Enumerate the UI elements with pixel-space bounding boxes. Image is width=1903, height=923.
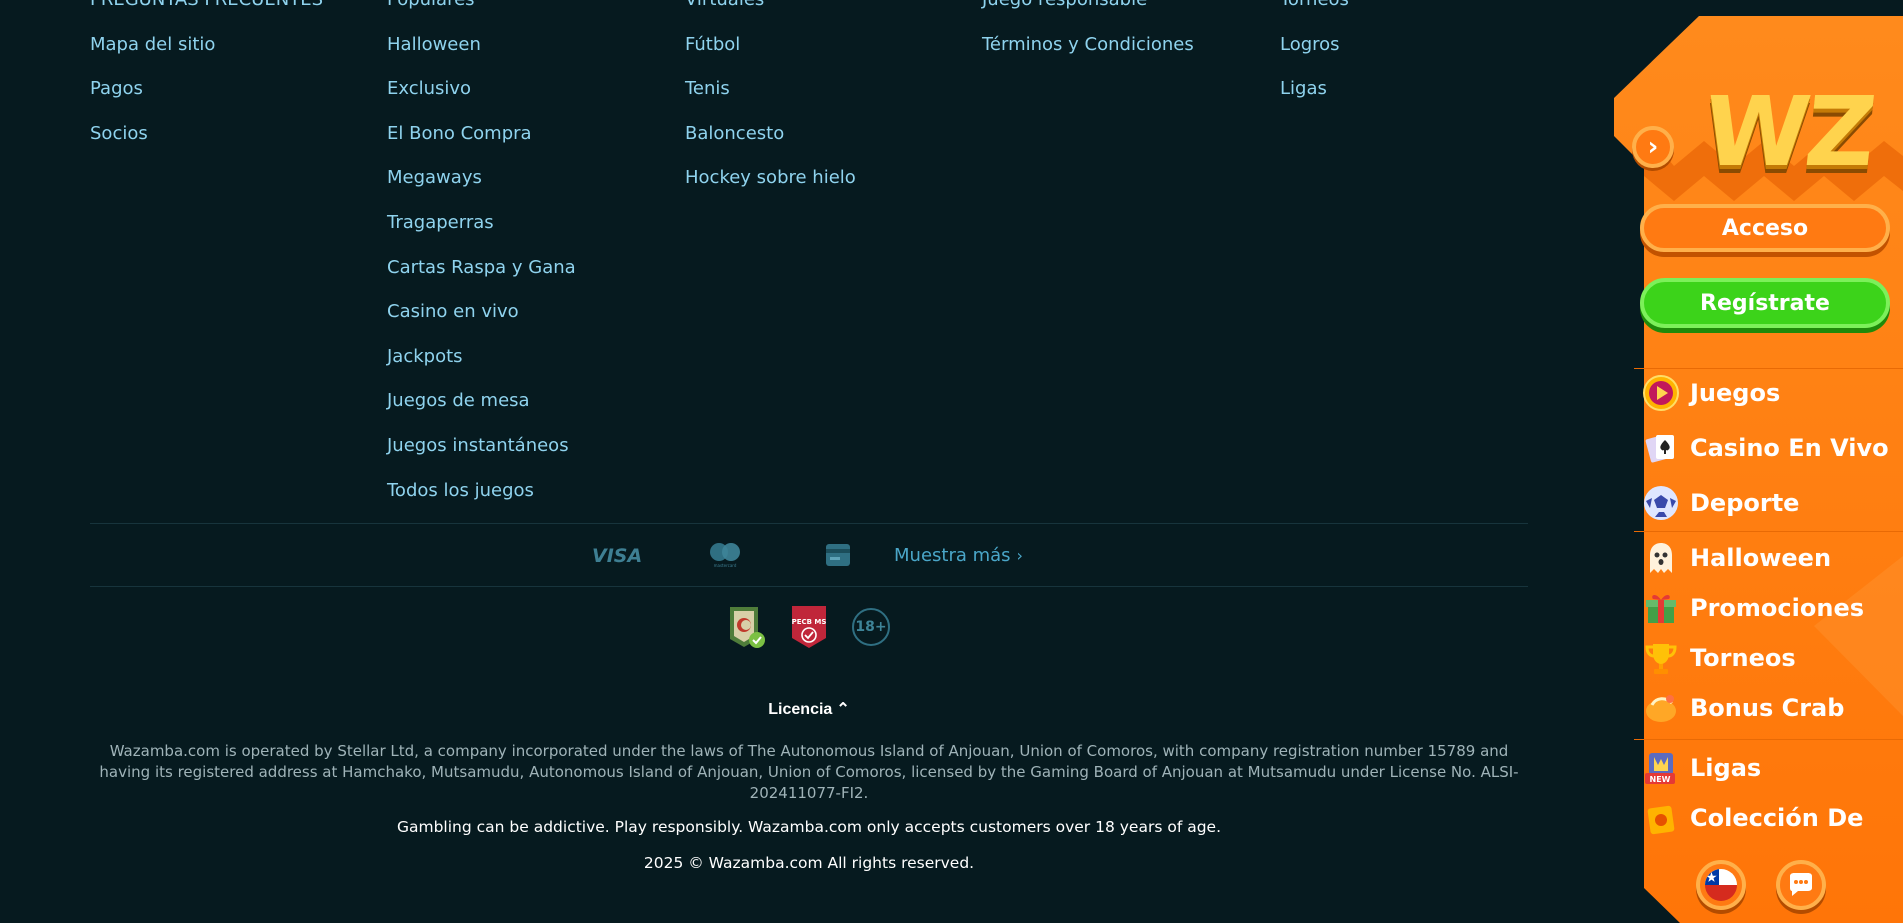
nav-item-sports[interactable]: Deporte [1642, 483, 1799, 523]
show-more-label: Muestra más [894, 544, 1011, 566]
footer-link-achievements[interactable]: Logros [1280, 23, 1349, 68]
svg-text:VISA: VISA [592, 545, 642, 565]
nav-item-bonus-crab[interactable]: Bonus Crab [1642, 688, 1844, 728]
nav-label-bonus-crab: Bonus Crab [1690, 694, 1845, 722]
menu-divider [1634, 368, 1903, 369]
footer-link-slots[interactable]: Tragaperras [387, 201, 576, 246]
age-label: 18+ [855, 619, 887, 635]
mastercard-icon: mastercard [710, 543, 740, 568]
footer-link-football[interactable]: Fútbol [685, 23, 856, 68]
anjouan-license-seal-icon[interactable] [726, 605, 766, 649]
footer-link-exclusive[interactable]: Exclusivo [387, 67, 576, 112]
nav-item-games[interactable]: Juegos [1642, 373, 1780, 413]
svg-text:PECB MS: PECB MS [792, 618, 827, 626]
show-more-payments-link[interactable]: Muestra más › [894, 545, 1023, 566]
live-chat-button[interactable] [1776, 860, 1826, 910]
responsible-gambling-warning: Gambling can be addictive. Play responsi… [396, 818, 1221, 836]
footer-divider-bottom [90, 586, 1528, 587]
footer-link-faq[interactable]: PREGUNTAS FRECUENTES [90, 0, 323, 23]
soccer-ball-icon [1644, 486, 1678, 520]
chevron-right-icon: › [1016, 545, 1023, 565]
nav-label-promotions: Promociones [1690, 594, 1864, 622]
nav-item-halloween[interactable]: Halloween [1642, 538, 1831, 578]
certification-badges: PECB MS 18+ [726, 604, 890, 650]
nav-item-tournaments[interactable]: Torneos [1642, 638, 1796, 678]
footer-link-table-games[interactable]: Juegos de mesa [387, 379, 576, 424]
footer-link-halloween[interactable]: Halloween [387, 23, 576, 68]
copyright: 2025 © Wazamba.com All rights reserved. [643, 854, 975, 872]
crab-icon [1646, 695, 1676, 722]
footer-column-games: Populares Halloween Exclusivo El Bono Co… [387, 0, 576, 513]
language-selector-button[interactable] [1696, 860, 1746, 910]
footer-link-payments[interactable]: Pagos [90, 67, 323, 112]
nav-item-promotions[interactable]: Promociones [1642, 588, 1864, 628]
register-button[interactable]: Regístrate [1640, 278, 1890, 328]
chevron-up-icon: ⌃ [836, 701, 850, 718]
nav-label-live-casino: Casino En Vivo [1690, 434, 1889, 462]
footer-divider-top [90, 523, 1528, 524]
footer-link-instant-games[interactable]: Juegos instantáneos [387, 424, 576, 469]
footer-link-live-casino[interactable]: Casino en vivo [387, 290, 576, 335]
login-button[interactable]: Acceso [1640, 204, 1890, 252]
svg-text:NEW: NEW [1650, 775, 1671, 784]
footer-link-ice-hockey[interactable]: Hockey sobre hielo [685, 156, 856, 201]
menu-divider [1634, 739, 1903, 740]
footer-link-sitemap[interactable]: Mapa del sitio [90, 23, 323, 68]
trophy-icon [1645, 644, 1677, 674]
license-toggle-label: Licencia [768, 701, 833, 718]
footer-link-megaways[interactable]: Megaways [387, 156, 576, 201]
gift-icon [1646, 594, 1676, 623]
footer-link-virtuals[interactable]: Virtuales [685, 0, 856, 23]
visa-icon: VISA [592, 545, 642, 565]
footer-link-terms[interactable]: Términos y Condiciones [982, 23, 1194, 68]
legal-text: Wazamba.com is operated by Stellar Ltd, … [99, 742, 1519, 802]
nav-label-collection: Colección De [1690, 804, 1864, 832]
nav-label-games: Juegos [1690, 379, 1781, 407]
footer-link-scratch-cards[interactable]: Cartas Raspa y Gana [387, 246, 576, 291]
collection-icon [1647, 805, 1675, 835]
menu-divider [1634, 531, 1903, 532]
footer-link-responsible-gaming[interactable]: Juego responsable [982, 0, 1194, 23]
leagues-icon: NEW [1645, 753, 1675, 784]
footer-column-info: PREGUNTAS FRECUENTES Mapa del sitio Pago… [90, 0, 323, 156]
side-menu-panel: WZ › Acceso Regístrate Juegos Casino En … [1614, 16, 1903, 923]
footer-link-jackpots[interactable]: Jackpots [387, 335, 576, 380]
ghost-icon [1650, 543, 1672, 573]
footer-link-popular[interactable]: Populares [387, 0, 576, 23]
nav-item-collection[interactable]: Colección De [1642, 798, 1863, 838]
footer-link-tournaments[interactable]: Torneos [1280, 0, 1349, 23]
footer-link-partners[interactable]: Socios [90, 112, 323, 157]
wazamba-logo[interactable]: WZ [1698, 76, 1877, 188]
footer-column-sports: Virtuales Fútbol Tenis Baloncesto Hockey… [685, 0, 856, 201]
bank-card-icon [826, 544, 850, 566]
nav-label-halloween: Halloween [1690, 544, 1832, 572]
play-icon [1643, 375, 1679, 411]
payment-methods: VISA mastercard Muestra más › [590, 536, 1023, 574]
footer-link-leagues[interactable]: Ligas [1280, 67, 1349, 112]
svg-text:mastercard: mastercard [714, 563, 737, 568]
nav-label-sports: Deporte [1690, 489, 1800, 517]
chat-icon [1790, 873, 1812, 896]
nav-item-live-casino[interactable]: Casino En Vivo [1642, 428, 1889, 468]
footer-link-basketball[interactable]: Baloncesto [685, 112, 856, 157]
collapse-sidebar-button[interactable]: › [1632, 126, 1674, 168]
footer-column-promo: Torneos Logros Ligas [1280, 0, 1349, 112]
footer-link-all-games[interactable]: Todos los juegos [387, 469, 576, 514]
pecb-certification-icon[interactable]: PECB MS [790, 604, 828, 650]
nav-label-leagues: Ligas [1690, 754, 1762, 782]
footer-column-legal: Juego responsable Términos y Condiciones [982, 0, 1194, 67]
chile-flag-icon [1705, 869, 1737, 901]
footer-link-tennis[interactable]: Tenis [685, 67, 856, 112]
footer-link-bonus-buy[interactable]: El Bono Compra [387, 112, 576, 157]
cards-icon [1645, 435, 1674, 463]
age-restriction-badge: 18+ [852, 608, 890, 646]
chevron-right-icon: › [1647, 132, 1659, 162]
nav-label-tournaments: Torneos [1690, 644, 1796, 672]
nav-item-leagues[interactable]: NEW Ligas [1642, 748, 1761, 788]
license-toggle[interactable]: Licencia ⌃ [0, 699, 1618, 719]
